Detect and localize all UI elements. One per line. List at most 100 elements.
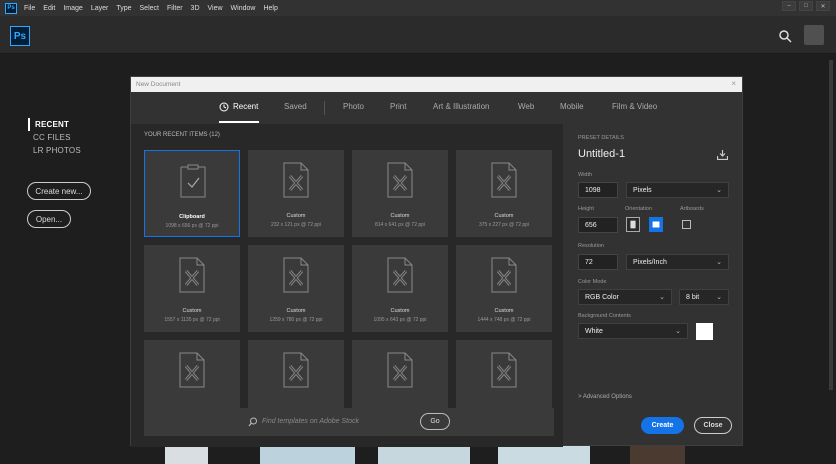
menu-image[interactable]: Image: [63, 5, 82, 12]
sidebar-item-recent[interactable]: RECENT: [28, 118, 81, 131]
recent-item-card[interactable]: Clipboard 1098 x 656 px @ 72 ppi: [144, 150, 240, 237]
menu-view[interactable]: View: [208, 5, 223, 12]
tab-recent[interactable]: Recent: [233, 102, 258, 111]
recent-item-name: Custom: [494, 308, 514, 314]
go-button[interactable]: Go: [420, 413, 450, 430]
orientation-label: Orientation: [625, 206, 652, 212]
bit-depth-value: 8 bit: [686, 293, 700, 301]
user-avatar[interactable]: [804, 25, 824, 45]
dialog-close-icon[interactable]: ×: [731, 79, 736, 88]
document-name[interactable]: Untitled-1: [578, 148, 625, 160]
artboards-checkbox[interactable]: [682, 220, 691, 229]
doc-icon: [491, 257, 517, 293]
recent-item-dimensions: 232 x 121 px @ 72 ppi: [270, 222, 322, 228]
background-color-swatch[interactable]: [696, 323, 713, 340]
search-icon[interactable]: [778, 29, 792, 43]
recent-item-name: Custom: [390, 213, 410, 219]
menu-help[interactable]: Help: [263, 5, 277, 12]
create-button[interactable]: Create: [641, 417, 684, 434]
doc-icon: [387, 352, 413, 388]
dialog-titlebar: New Document ×: [131, 77, 742, 92]
sidebar-item-cc-files[interactable]: CC FILES: [28, 131, 81, 144]
menu-select[interactable]: Select: [140, 5, 159, 12]
close-window-button[interactable]: ✕: [816, 1, 830, 11]
menu-3d[interactable]: 3D: [191, 5, 200, 12]
width-unit-value: Pixels: [633, 186, 652, 194]
recent-item-card[interactable]: Custom 1444 x 748 px @ 72 ppi: [456, 245, 552, 332]
resolution-unit-select[interactable]: Pixels/Inch ⌄: [626, 254, 729, 270]
resolution-input[interactable]: 72: [578, 254, 618, 270]
open-button[interactable]: Open...: [27, 210, 71, 228]
tab-film-video[interactable]: Film & Video: [612, 102, 657, 111]
ps-logo: Ps: [10, 26, 30, 46]
recent-item-name: Clipboard: [179, 214, 205, 220]
color-mode-select[interactable]: RGB Color ⌄: [578, 289, 672, 305]
chevron-down-icon: ⌄: [659, 294, 665, 301]
recent-item-dimensions: 814 x 641 px @ 72 ppi: [374, 222, 426, 228]
recent-items-header: YOUR RECENT ITEMS (12): [144, 132, 220, 138]
recent-item-dimensions: 1095 x 643 px @ 72 ppi: [373, 317, 427, 323]
doc-icon: [179, 352, 205, 388]
minimize-button[interactable]: –: [782, 1, 796, 11]
landscape-icon: [652, 221, 660, 228]
active-tab-indicator: [219, 121, 259, 123]
recent-item-card[interactable]: Custom 232 x 121 px @ 72 ppi: [248, 150, 344, 237]
advanced-options-toggle[interactable]: > Advanced Options: [578, 394, 632, 400]
recent-item-card[interactable]: Custom 375 x 227 px @ 72 ppi: [456, 150, 552, 237]
recent-item-card[interactable]: Custom 1259 x 780 px @ 72 ppi: [248, 245, 344, 332]
recent-item-card[interactable]: Custom 814 x 641 px @ 72 ppi: [352, 150, 448, 237]
menu-type[interactable]: Type: [116, 5, 131, 12]
tab-print[interactable]: Print: [390, 102, 406, 111]
background-contents-label: Background Contents: [578, 313, 631, 319]
artboards-label: Artboards: [680, 206, 704, 212]
doc-icon: [387, 257, 413, 293]
recent-item-card[interactable]: Custom 1095 x 643 px @ 72 ppi: [352, 245, 448, 332]
close-button[interactable]: Close: [694, 417, 732, 434]
new-document-dialog: New Document × Recent Saved Photo Print …: [130, 76, 743, 447]
menu-window[interactable]: Window: [231, 5, 256, 12]
menu-filter[interactable]: Filter: [167, 5, 183, 12]
background-contents-value: White: [585, 327, 603, 335]
background-thumbnail: [260, 444, 355, 464]
maximize-button[interactable]: □: [799, 1, 813, 11]
menu-bar: Ps File Edit Image Layer Type Select Fil…: [0, 0, 836, 16]
width-label: Width: [578, 172, 593, 178]
tab-art-illustration[interactable]: Art & Illustration: [433, 102, 489, 111]
search-icon: [248, 417, 257, 427]
background-thumbnail: [165, 444, 208, 464]
doc-icon: [179, 257, 205, 293]
menu-layer[interactable]: Layer: [91, 5, 109, 12]
tab-saved[interactable]: Saved: [284, 102, 307, 111]
recent-item-dimensions: 1098 x 656 px @ 72 ppi: [165, 223, 219, 229]
tab-web[interactable]: Web: [518, 102, 534, 111]
height-label: Height: [578, 206, 594, 212]
portrait-orientation-button[interactable]: [626, 217, 640, 232]
tab-photo[interactable]: Photo: [343, 102, 364, 111]
landscape-orientation-button[interactable]: [649, 217, 663, 232]
recent-item-card[interactable]: Custom 1557 x 1135 px @ 72 ppi: [144, 245, 240, 332]
chevron-down-icon: ⌄: [716, 187, 722, 194]
tab-divider: [324, 101, 325, 115]
save-preset-icon[interactable]: [717, 150, 728, 160]
color-mode-value: RGB Color: [585, 293, 619, 301]
background-contents-select[interactable]: White ⌄: [578, 323, 688, 339]
color-mode-label: Color Mode: [578, 279, 607, 285]
bit-depth-select[interactable]: 8 bit ⌄: [679, 289, 729, 305]
doc-icon: [491, 352, 517, 388]
template-search-bar[interactable]: Find templates on Adobe Stock Go: [144, 408, 554, 436]
background-thumbnail: [630, 444, 685, 464]
clock-icon: [219, 102, 229, 112]
recent-item-name: Custom: [182, 308, 202, 314]
menu-file[interactable]: File: [24, 5, 35, 12]
home-scrollbar[interactable]: [829, 60, 833, 390]
tab-mobile[interactable]: Mobile: [560, 102, 584, 111]
height-input[interactable]: 656: [578, 217, 618, 233]
width-input[interactable]: 1098: [578, 182, 618, 198]
recent-item-dimensions: 1557 x 1135 px @ 72 ppi: [164, 317, 220, 323]
width-unit-select[interactable]: Pixels ⌄: [626, 182, 729, 198]
template-search-input[interactable]: Find templates on Adobe Stock: [262, 418, 359, 425]
menu-edit[interactable]: Edit: [43, 5, 55, 12]
recent-item-name: Custom: [286, 308, 306, 314]
sidebar-item-lr-photos[interactable]: LR PHOTOS: [28, 144, 81, 157]
create-new-button[interactable]: Create new...: [27, 182, 91, 200]
